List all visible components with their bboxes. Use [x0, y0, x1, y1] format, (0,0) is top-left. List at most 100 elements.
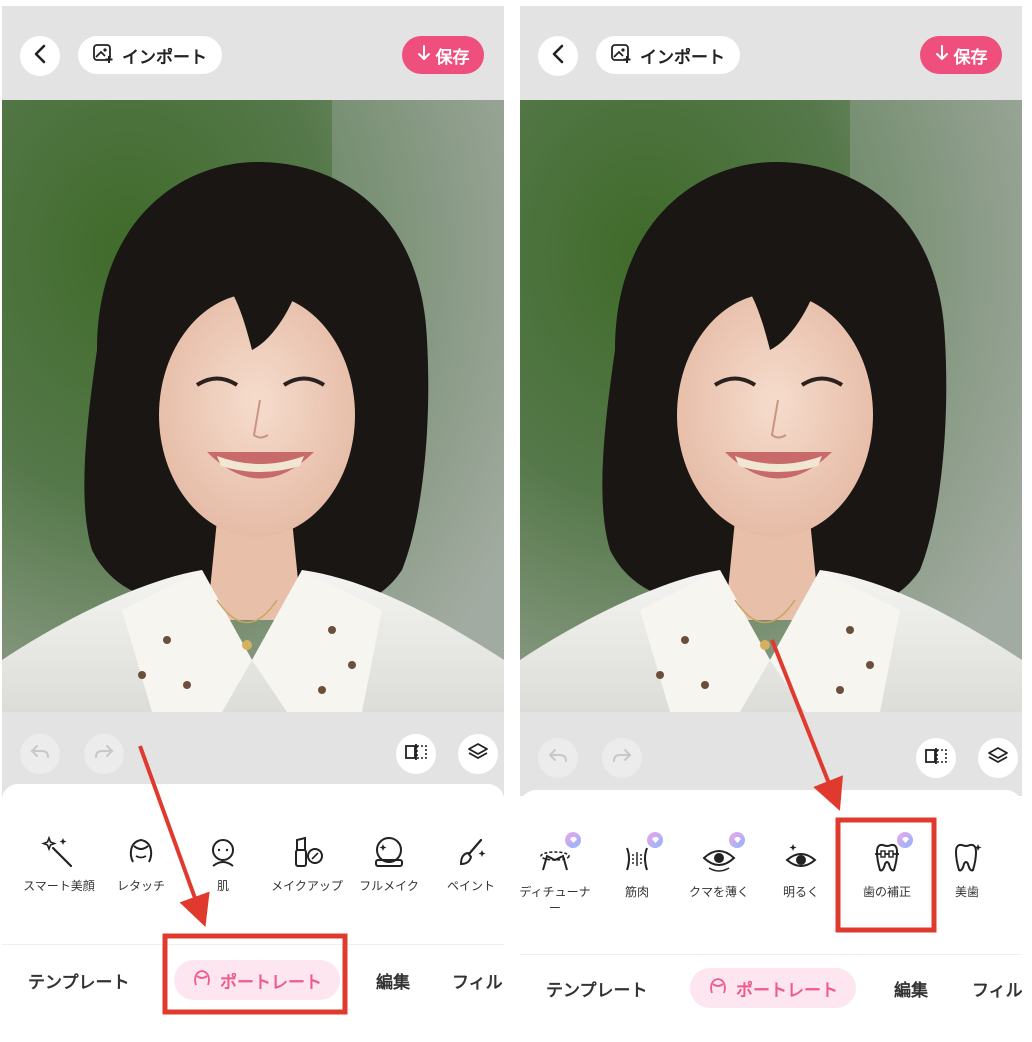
- paint-brush-icon: [451, 832, 491, 872]
- tool-body-tuner[interactable]: ディチューナ ー: [520, 832, 600, 916]
- import-label: インポート: [122, 47, 207, 67]
- tool-row: ディチューナ ー 筋肉 クマを薄く 明るく 歯の補正 美歯: [520, 832, 1022, 918]
- tool-makeup[interactable]: メイクアップ: [262, 832, 352, 894]
- import-button[interactable]: インポート: [596, 36, 740, 74]
- save-label: 保存: [435, 47, 470, 67]
- tool-label: 肌: [216, 879, 229, 893]
- tab-template[interactable]: テンプレート: [546, 968, 648, 1008]
- tool-label: スマート美顔: [23, 879, 95, 893]
- tool-label: ペイント: [446, 879, 495, 893]
- magic-wand-icon: [39, 832, 79, 872]
- compare-button[interactable]: [396, 734, 436, 774]
- tool-dark-circles[interactable]: クマを薄く: [674, 832, 764, 900]
- tool-full-makeup[interactable]: フルメイク: [344, 832, 434, 894]
- tab-template[interactable]: テンプレート: [28, 960, 130, 1000]
- arrow-down-icon: [935, 44, 949, 66]
- tab-label: テンプレート: [546, 980, 648, 1000]
- tool-label: 明るく: [782, 885, 819, 899]
- tab-label: テンプレート: [28, 972, 130, 992]
- photo-canvas[interactable]: [2, 100, 504, 712]
- tool-muscle[interactable]: 筋肉: [592, 832, 682, 900]
- tab-label: 編集: [376, 972, 410, 992]
- tool-label: ディチューナ: [520, 885, 591, 899]
- arrow-down-icon: [417, 44, 431, 66]
- tool-teeth-correction[interactable]: 歯の補正: [842, 832, 932, 900]
- premium-gem-icon: [729, 832, 745, 848]
- undo-button[interactable]: [20, 734, 60, 774]
- tab-filter[interactable]: フィル: [452, 960, 503, 1000]
- tool-label: 美歯: [954, 885, 979, 899]
- import-button[interactable]: インポート: [78, 36, 222, 74]
- back-button[interactable]: [20, 36, 60, 76]
- tool-row: スマート美顔 レタッチ 肌 メイクアップ フルメイク ペイント: [2, 832, 504, 912]
- back-button[interactable]: [538, 36, 578, 76]
- divider: [520, 954, 1022, 955]
- premium-gem-icon: [647, 832, 663, 848]
- divider: [2, 944, 504, 945]
- redo-button[interactable]: [84, 734, 124, 774]
- redo-icon: [612, 747, 632, 770]
- compare-button[interactable]: [916, 738, 956, 778]
- tool-paint[interactable]: ペイント: [426, 832, 504, 894]
- portrait-face-icon: [708, 976, 728, 1001]
- layers-button[interactable]: [978, 738, 1018, 778]
- bottom-tab-bar: テンプレート ポートレート 編集 フィル: [2, 950, 504, 1010]
- brighten-eye-icon: [781, 838, 821, 878]
- compare-icon: [404, 743, 428, 766]
- dark-circle-eye-icon: [699, 832, 745, 878]
- tool-smart-beauty[interactable]: スマート美顔: [14, 832, 104, 894]
- lipstick-icon: [287, 832, 327, 872]
- layers-icon: [987, 746, 1009, 771]
- tool-label-wrap: ー: [548, 901, 561, 916]
- tab-edit[interactable]: 編集: [376, 960, 410, 1000]
- tool-retouch[interactable]: レタッチ: [96, 832, 186, 894]
- skin-face-icon: [203, 832, 243, 872]
- tool-label: フルメイク: [359, 879, 419, 893]
- layers-icon: [467, 742, 489, 767]
- screenshot-panel-right: インポート 保存 ディチューナ ー 筋肉 クマを薄く 明るく 歯の補正 美歯 テ…: [520, 6, 1022, 1042]
- layers-button[interactable]: [458, 734, 498, 774]
- redo-button[interactable]: [602, 738, 642, 778]
- tab-portrait[interactable]: ポートレート: [690, 968, 856, 1008]
- tab-portrait[interactable]: ポートレート: [174, 960, 340, 1000]
- portrait-face-icon: [192, 968, 212, 993]
- tool-label: 筋肉: [624, 885, 649, 899]
- save-button[interactable]: 保存: [402, 36, 484, 74]
- tab-label: 編集: [894, 980, 928, 1000]
- premium-gem-icon: [897, 832, 913, 848]
- top-bar: インポート 保存: [2, 6, 504, 100]
- bottom-sheet: スマート美顔 レタッチ 肌 メイクアップ フルメイク ペイント テンプレート ポ…: [2, 784, 504, 1042]
- braces-tooth-icon: [867, 832, 913, 878]
- tab-label: ポートレート: [220, 972, 322, 992]
- import-label: インポート: [640, 47, 725, 67]
- tab-edit[interactable]: 編集: [894, 968, 928, 1008]
- tool-label: レタッチ: [116, 879, 165, 893]
- tab-filter[interactable]: フィル: [972, 968, 1022, 1008]
- top-bar: インポート 保存: [520, 6, 1022, 100]
- photo-canvas[interactable]: [520, 100, 1022, 712]
- chevron-left-icon: [33, 44, 47, 69]
- screenshot-panel-left: インポート 保存 スマート美顔 レタッチ 肌 メイクアップ フルメイク ペイント…: [2, 6, 504, 1042]
- tool-skin[interactable]: 肌: [178, 832, 268, 894]
- tool-label: 歯の補正: [862, 885, 911, 899]
- tool-beautiful-teeth[interactable]: 美歯: [922, 838, 1012, 900]
- compare-icon: [924, 747, 948, 770]
- tab-label: ポートレート: [736, 980, 838, 1000]
- body-tuner-icon: [535, 832, 581, 878]
- muscle-icon: [617, 832, 663, 878]
- chevron-left-icon: [551, 44, 565, 69]
- undo-button[interactable]: [538, 738, 578, 778]
- image-plus-icon: [610, 42, 632, 69]
- image-plus-icon: [92, 42, 114, 69]
- tool-label: メイクアップ: [271, 879, 343, 893]
- tab-label: フィル: [972, 980, 1022, 1000]
- undo-icon: [30, 743, 50, 766]
- retouch-face-icon: [121, 832, 161, 872]
- save-button[interactable]: 保存: [920, 36, 1002, 74]
- tool-label: クマを薄く: [688, 885, 749, 899]
- bottom-sheet: ディチューナ ー 筋肉 クマを薄く 明るく 歯の補正 美歯 テンプレート ポート…: [520, 790, 1022, 1042]
- redo-icon: [94, 743, 114, 766]
- compact-mirror-icon: [369, 832, 409, 872]
- sparkle-tooth-icon: [947, 838, 987, 878]
- tool-brighten-eyes[interactable]: 明るく: [756, 838, 846, 900]
